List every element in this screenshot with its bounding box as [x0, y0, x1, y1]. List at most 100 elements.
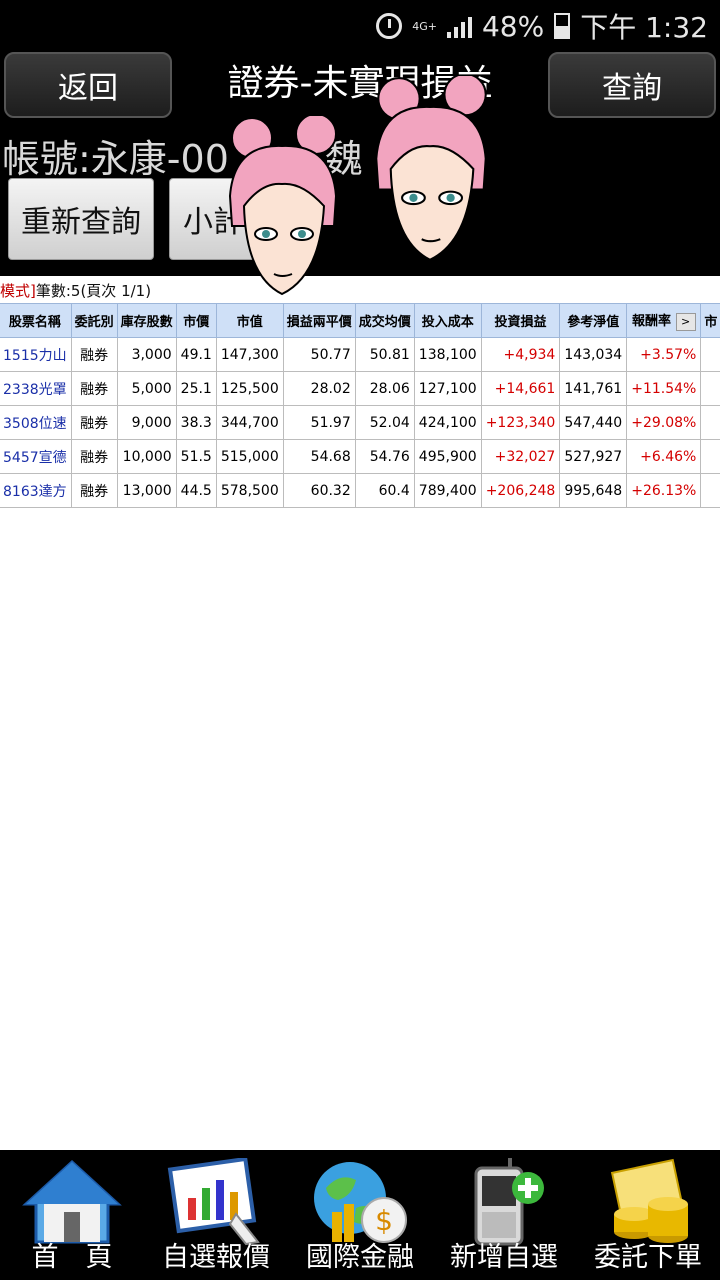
nav-label: 國際金融	[306, 1242, 414, 1273]
nav-place-order[interactable]: 委託下單	[576, 1150, 720, 1280]
market-price-cell: 25.1	[175, 371, 217, 406]
table-row[interactable]: 2338光罩 融券 5,000 25.1 125,500 28.02 28.06 127,10…	[0, 371, 720, 406]
avg-price-cell: 28.06	[354, 371, 415, 406]
avg-price-cell: 50.81	[354, 337, 415, 372]
table-header-cell[interactable]: 報酬率 >	[626, 303, 702, 338]
reference-value-cell: 141,761	[559, 371, 628, 406]
profit-loss-cell: +4,934	[480, 337, 561, 372]
order-type-cell: 融券	[70, 473, 118, 508]
market-value-cell: 344,700	[215, 405, 284, 440]
order-type-cell: 融券	[70, 371, 118, 406]
return-rate-cell: +11.54%	[626, 371, 702, 406]
requery-button[interactable]: 重新查詢	[8, 178, 154, 260]
record-count: 筆數:5(頁次 1/1)	[35, 282, 152, 300]
table-row[interactable]: 1515力山 融券 3,000 49.1 147,300 50.77 50.81 138,10…	[0, 337, 720, 372]
market-price-cell: 44.5	[175, 473, 217, 508]
clock: 下午 1:32	[580, 11, 708, 44]
table-header-cell[interactable]: 參考淨值	[559, 303, 628, 338]
status-bar: 4G+ 48% 下午 1:32	[0, 0, 720, 48]
nav-label: 新增自選	[450, 1242, 558, 1273]
overflow-cell	[700, 439, 720, 474]
shares-cell: 13,000	[116, 473, 177, 508]
stock-name-cell[interactable]: 8163達方	[0, 473, 72, 508]
table-header-cell[interactable]: 股票名稱	[0, 303, 72, 338]
nav-add-watchlist[interactable]: 新增自選	[432, 1150, 576, 1280]
cost-cell: 138,100	[413, 337, 482, 372]
table-header-cell[interactable]: 委託別	[70, 303, 118, 338]
shares-cell: 3,000	[116, 337, 177, 372]
nav-label: 自選報價	[162, 1242, 270, 1273]
cost-cell: 127,100	[413, 371, 482, 406]
breakeven-price-cell: 28.02	[282, 371, 356, 406]
reference-value-cell: 527,927	[559, 439, 628, 474]
overflow-cell	[700, 371, 720, 406]
profit-loss-cell: +14,661	[480, 371, 561, 406]
table-row[interactable]: 3508位速 融券 9,000 38.3 344,700 51.97 52.04 424,10…	[0, 405, 720, 440]
table-header-cell[interactable]: 市價	[175, 303, 217, 338]
header: 返回 證券-未實現損益 查詢 帳號:永康-00 魏 重新查詢 小計	[0, 48, 720, 296]
shares-cell: 9,000	[116, 405, 177, 440]
stock-name-cell[interactable]: 3508位速	[0, 405, 72, 440]
market-price-cell: 49.1	[175, 337, 217, 372]
cost-cell: 789,400	[413, 473, 482, 508]
nav-watchlist-quotes[interactable]: 自選報價	[144, 1150, 288, 1280]
return-rate-cell: +6.46%	[626, 439, 702, 474]
cost-cell: 495,900	[413, 439, 482, 474]
chart-icon	[167, 1158, 260, 1246]
return-rate-cell: +29.08%	[626, 405, 702, 440]
return-rate-header: 報酬率	[632, 314, 672, 330]
table-header-row: 股票名稱 委託別 庫存股數 市價 市值 損益兩平價 成交均價 投入成本 投資損益…	[0, 303, 720, 338]
overflow-cell	[700, 473, 720, 508]
profit-loss-cell: +123,340	[480, 405, 561, 440]
breakeven-price-cell: 51.97	[282, 405, 356, 440]
table-header-cell[interactable]: 市值	[215, 303, 284, 338]
holdings-table: 股票名稱 委託別 庫存股數 市價 市值 損益兩平價 成交均價 投入成本 投資損益…	[0, 303, 720, 508]
query-button[interactable]: 查詢	[548, 52, 716, 118]
profit-loss-cell: +32,027	[480, 439, 561, 474]
coins-icon	[610, 1158, 688, 1243]
summary-line: 模式]筆數:5(頁次 1/1)	[0, 280, 151, 301]
breakeven-price-cell: 60.32	[282, 473, 356, 508]
order-type-cell: 融券	[70, 405, 118, 440]
stock-name-cell[interactable]: 1515力山	[0, 337, 72, 372]
avg-price-cell: 52.04	[354, 405, 415, 440]
market-price-cell: 51.5	[175, 439, 217, 474]
return-rate-cell: +26.13%	[626, 473, 702, 508]
cost-cell: 424,100	[413, 405, 482, 440]
back-button[interactable]: 返回	[4, 52, 172, 118]
order-type-cell: 融券	[70, 439, 118, 474]
battery-icon	[554, 13, 571, 39]
table-row[interactable]: 8163達方 融券 13,000 44.5 578,500 60.32 60.4 789,40…	[0, 473, 720, 508]
account-number: 帳號:永康-00	[2, 137, 229, 181]
scroll-right-button[interactable]: >	[675, 312, 696, 331]
breakeven-price-cell: 50.77	[282, 337, 356, 372]
table-row[interactable]: 5457宣德 融券 10,000 51.5 515,000 54.68 54.76 495,9…	[0, 439, 720, 474]
market-value-cell: 147,300	[215, 337, 284, 372]
cartoon-girl-sticker	[228, 116, 338, 296]
nav-international-finance[interactable]: $ 國際金融	[288, 1150, 432, 1280]
stock-name-cell[interactable]: 2338光罩	[0, 371, 72, 406]
shares-cell: 5,000	[116, 371, 177, 406]
table-header-cell[interactable]: 成交均價	[354, 303, 415, 338]
mode-label: 模式]	[0, 282, 36, 300]
nav-label: 委託下單	[594, 1242, 702, 1273]
table-header-cell[interactable]: 市	[700, 303, 720, 338]
bottom-nav: 首 頁 自選報價 $ 國際金融 新增自選 委託下單	[0, 1150, 720, 1280]
stock-name-cell[interactable]: 5457宣德	[0, 439, 72, 474]
shares-cell: 10,000	[116, 439, 177, 474]
table-header-cell[interactable]: 投入成本	[413, 303, 482, 338]
alarm-icon	[376, 13, 403, 39]
battery-percent: 48%	[481, 9, 545, 43]
network-type: 4G+	[412, 19, 437, 33]
table-header-cell[interactable]: 損益兩平價	[282, 303, 356, 338]
profit-loss-cell: +206,248	[480, 473, 561, 508]
home-icon	[22, 1159, 122, 1244]
table-header-cell[interactable]: 庫存股數	[116, 303, 177, 338]
table-header-cell[interactable]: 投資損益	[480, 303, 561, 338]
nav-home[interactable]: 首 頁	[0, 1150, 144, 1280]
cartoon-girl-sticker	[375, 76, 487, 261]
svg-text:$: $	[375, 1204, 393, 1237]
market-value-cell: 515,000	[215, 439, 284, 474]
avg-price-cell: 60.4	[354, 473, 415, 508]
market-value-cell: 125,500	[215, 371, 284, 406]
